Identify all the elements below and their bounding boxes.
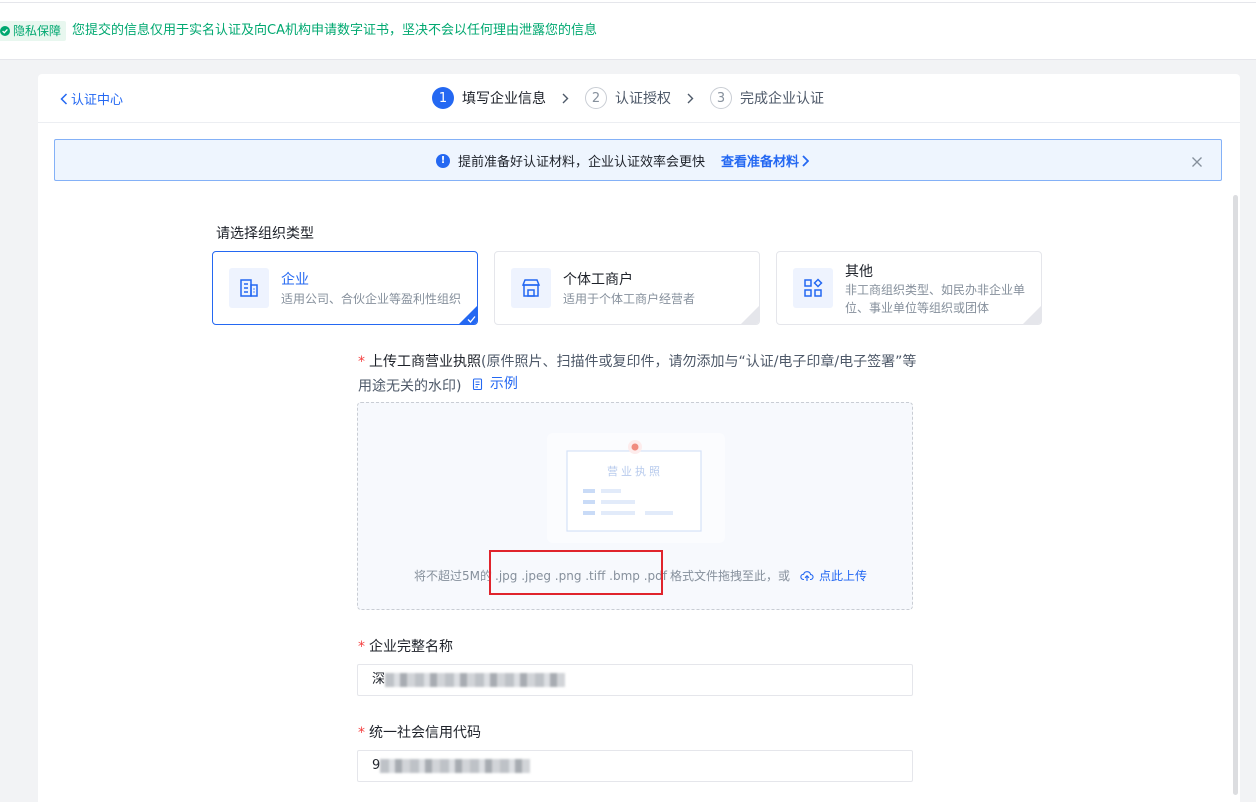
step-fill-info: 1 填写企业信息 xyxy=(432,87,546,109)
chevron-left-icon xyxy=(60,92,68,105)
privacy-badge: 隐私保障 xyxy=(0,21,67,41)
shield-check-icon xyxy=(0,26,10,36)
org-option-desc: 适用公司、合伙企业等盈利性组织 xyxy=(281,292,462,306)
step-label: 完成企业认证 xyxy=(740,91,824,107)
org-option-name: 其他 xyxy=(845,264,873,280)
step-number: 1 xyxy=(432,87,454,109)
business-license-illustration: 营业执照 xyxy=(547,433,725,543)
store-icon xyxy=(511,268,551,308)
view-materials-label: 查看准备材料 xyxy=(721,155,800,170)
credit-code-label: * 统一社会信用代码 xyxy=(358,722,481,742)
cloud-upload-icon xyxy=(800,570,814,581)
scrollbar[interactable] xyxy=(1233,195,1238,795)
required-mark: * xyxy=(358,354,365,370)
apps-icon xyxy=(793,268,833,308)
step-complete: 3 完成企业认证 xyxy=(710,87,824,109)
close-icon[interactable] xyxy=(1191,153,1203,172)
step-label: 认证授权 xyxy=(615,91,671,107)
upload-hint: 将不超过5M的 .jpg .jpeg .png .tiff .bmp .pdf … xyxy=(414,567,867,584)
click-upload-label: 点此上传 xyxy=(819,569,868,583)
org-option-name: 个体工商户 xyxy=(563,272,633,288)
company-name-input[interactable]: 深 xyxy=(357,664,913,696)
check-icon xyxy=(467,316,476,323)
info-banner-text: 提前准备好认证材料，企业认证效率会更快 xyxy=(458,155,706,170)
card-header: 认证中心 1 填写企业信息 2 认证授权 3 完成企业认证 xyxy=(38,74,1240,123)
step-authorize: 2 认证授权 xyxy=(585,87,671,109)
building-icon xyxy=(229,268,269,308)
top-divider xyxy=(0,2,1256,3)
chevron-right-icon xyxy=(562,93,569,104)
main-card: 认证中心 1 填写企业信息 2 认证授权 3 完成企业认证 ! 提前准备好认证材… xyxy=(38,74,1240,802)
unselected-corner xyxy=(1023,306,1041,324)
org-option-desc: 适用于个体工商户经营者 xyxy=(563,292,696,306)
view-materials-link[interactable]: 查看准备材料 xyxy=(721,151,810,170)
info-banner-content: ! 提前准备好认证材料，企业认证效率会更快 查看准备材料 xyxy=(436,151,810,170)
org-option-individual[interactable]: 个体工商户 适用于个体工商户经营者 xyxy=(494,251,760,325)
stepper: 1 填写企业信息 2 认证授权 3 完成企业认证 xyxy=(432,87,824,109)
required-mark: * xyxy=(358,639,365,655)
back-link-label: 认证中心 xyxy=(71,93,124,108)
info-icon: ! xyxy=(436,153,450,168)
credit-code-input[interactable]: 9 xyxy=(357,750,913,782)
upload-license-title: 上传工商营业执照 xyxy=(369,354,481,370)
example-link[interactable]: 示例 xyxy=(472,373,518,395)
company-name-label: * 企业完整名称 xyxy=(358,636,453,656)
upload-license-label: * 上传工商营业执照(原件照片、扫描件或复印件，请勿添加与“认证/电子印章/电子签… xyxy=(358,351,918,398)
privacy-bar: 隐私保障 您提交的信息仅用于实名认证及向CA机构申请数字证书，坚决不会以任何理由… xyxy=(0,0,1256,60)
company-name-value: 深 xyxy=(372,672,386,687)
unselected-corner xyxy=(741,306,759,324)
org-option-desc: 非工商组织类型、如民办非企业单位、事业单位等组织或团体 xyxy=(845,283,1026,315)
redacted-value xyxy=(380,758,531,773)
redacted-value xyxy=(385,672,566,687)
org-type-title: 请选择组织类型 xyxy=(216,226,314,242)
chevron-right-icon xyxy=(687,93,694,104)
example-link-label: 示例 xyxy=(489,376,518,392)
company-name-label-text: 企业完整名称 xyxy=(369,639,453,655)
required-mark: * xyxy=(358,725,365,741)
upload-hint-prefix: 将不超过5M的 xyxy=(414,569,492,583)
org-option-name: 企业 xyxy=(281,272,309,288)
license-illustration-title: 营业执照 xyxy=(607,464,663,478)
step-number: 2 xyxy=(585,87,607,109)
step-number: 3 xyxy=(710,87,732,109)
click-upload-button[interactable]: 点此上传 xyxy=(800,567,867,584)
document-icon xyxy=(472,377,482,390)
step-label: 填写企业信息 xyxy=(462,91,546,107)
org-option-enterprise[interactable]: 企业 适用公司、合伙企业等盈利性组织 xyxy=(212,251,478,325)
info-banner: ! 提前准备好认证材料，企业认证效率会更快 查看准备材料 xyxy=(54,139,1222,181)
privacy-badge-label: 隐私保障 xyxy=(13,24,62,38)
org-option-other[interactable]: 其他 非工商组织类型、如民办非企业单位、事业单位等组织或团体 xyxy=(776,251,1042,325)
credit-code-value: 9 xyxy=(372,758,381,773)
privacy-text: 您提交的信息仅用于实名认证及向CA机构申请数字证书，坚决不会以任何理由泄露您的信… xyxy=(72,23,597,38)
credit-code-label-text: 统一社会信用代码 xyxy=(369,725,481,741)
upload-hint-suffix: 格式文件拖拽至此，或 xyxy=(670,569,791,583)
license-upload-dropzone[interactable]: 营业执照 将不超过5M的 .jpg .jpeg .png .tiff .bmp … xyxy=(357,402,913,610)
chevron-right-icon xyxy=(802,154,810,167)
upload-formats: .jpg .jpeg .png .tiff .bmp .pdf xyxy=(495,568,668,583)
back-link[interactable]: 认证中心 xyxy=(60,89,123,108)
